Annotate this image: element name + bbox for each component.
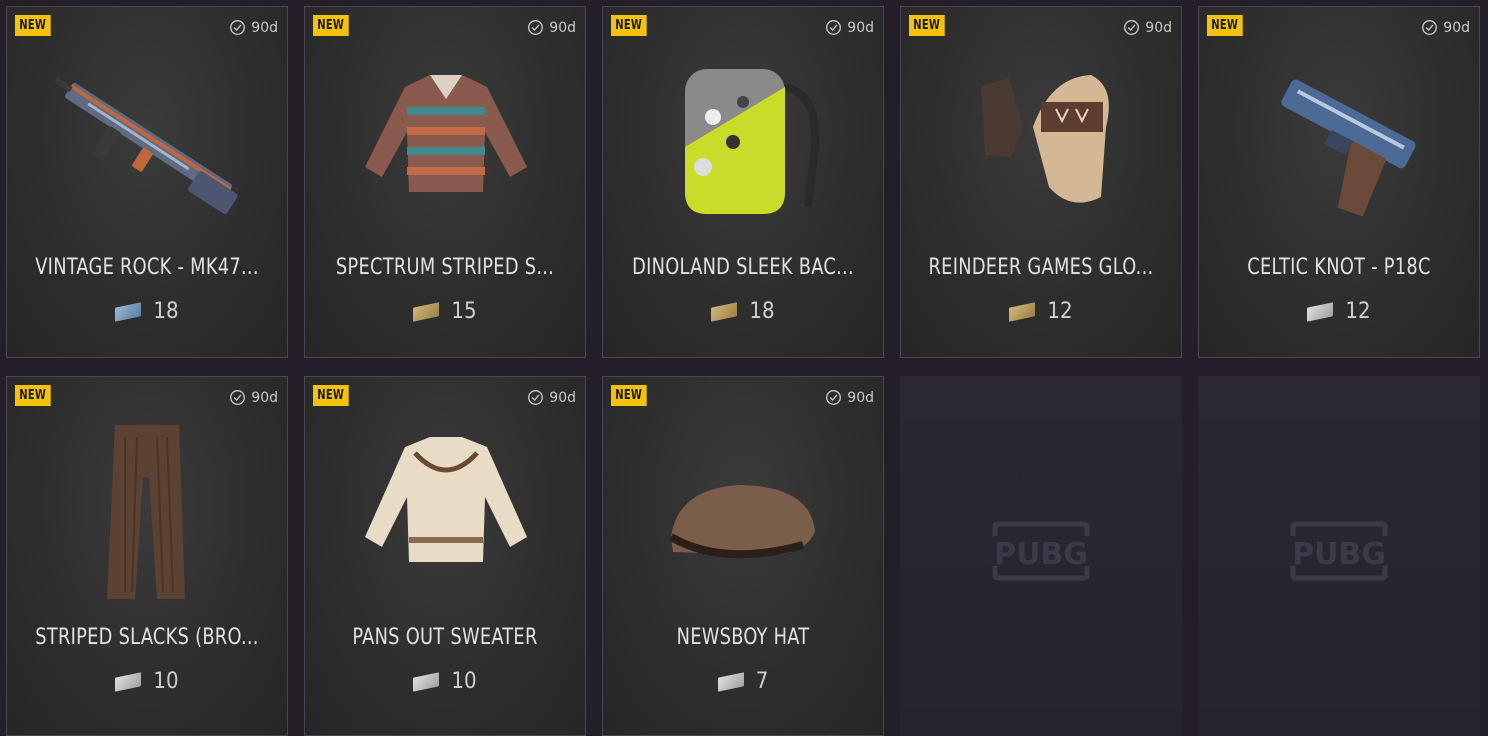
clock-check-icon [528, 390, 544, 405]
ticket-icon [115, 301, 142, 322]
new-badge: NEW [611, 385, 647, 406]
duration: 90d [1123, 19, 1172, 36]
duration: 90d [825, 19, 874, 36]
item-cost: 10 [305, 669, 585, 694]
backpack-icon [603, 47, 883, 237]
clock-check-icon [230, 20, 246, 35]
logo-text: PUBG [1292, 537, 1386, 572]
item-card[interactable]: NEW 90d REINDEER GAMES GLO... 12 [900, 6, 1182, 358]
ticket-icon [115, 671, 142, 692]
sweater-icon [305, 47, 585, 237]
item-card[interactable]: NEW 90d DINOLAND SLEEK BAC... 18 [602, 6, 884, 358]
duration: 90d [825, 389, 874, 406]
pants-icon [7, 417, 287, 607]
clock-check-icon [1422, 20, 1438, 35]
item-cost: 12 [1199, 299, 1479, 324]
empty-slot: PUBG [900, 376, 1182, 736]
item-card[interactable]: NEW 90d VINTAGE ROCK - MK47... 18 [6, 6, 288, 358]
new-badge: NEW [1207, 15, 1243, 36]
item-name: DINOLAND SLEEK BAC... [632, 255, 854, 280]
item-name: PANS OUT SWEATER [352, 625, 538, 650]
empty-slot: PUBG [1198, 376, 1480, 736]
item-cost: 10 [7, 669, 287, 694]
duration: 90d [527, 389, 576, 406]
new-badge: NEW [313, 385, 349, 406]
new-badge: NEW [15, 385, 51, 406]
logo-text: PUBG [994, 537, 1088, 572]
duration: 90d [527, 19, 576, 36]
item-cost: 15 [305, 299, 585, 324]
pistol-icon [1199, 47, 1479, 237]
ticket-icon [1009, 301, 1036, 322]
new-badge: NEW [611, 15, 647, 36]
ticket-icon [413, 671, 440, 692]
clock-check-icon [230, 390, 246, 405]
item-card[interactable]: NEW 90d CELTIC KNOT - P18C 12 [1198, 6, 1480, 358]
new-badge: NEW [15, 15, 51, 36]
item-card[interactable]: NEW 90d PANS OUT SWEATER 10 [304, 376, 586, 736]
new-badge: NEW [909, 15, 945, 36]
item-name: REINDEER GAMES GLO... [928, 255, 1154, 280]
item-cost: 7 [603, 669, 883, 694]
knit-sweater-icon [305, 417, 585, 607]
duration: 90d [229, 19, 278, 36]
gloves-icon [901, 47, 1181, 237]
clock-check-icon [528, 20, 544, 35]
item-card[interactable]: NEW 90d NEWSBOY HAT 7 [602, 376, 884, 736]
item-name: CELTIC KNOT - P18C [1247, 255, 1431, 280]
rifle-icon [7, 47, 287, 237]
item-name: SPECTRUM STRIPED S... [335, 255, 555, 280]
item-cost: 18 [7, 299, 287, 324]
item-name: NEWSBOY HAT [676, 625, 810, 650]
store-grid: NEW 90d VINTAGE ROCK - MK47... 18 NEW 90… [0, 0, 1488, 736]
pubg-logo-icon: PUBG [1288, 516, 1390, 586]
clock-check-icon [826, 390, 842, 405]
pubg-logo-icon: PUBG [990, 516, 1092, 586]
item-card[interactable]: NEW 90d STRIPED SLACKS (BRO... 10 [6, 376, 288, 736]
hat-icon [603, 417, 883, 607]
item-cost: 18 [603, 299, 883, 324]
ticket-icon [717, 671, 744, 692]
item-name: VINTAGE ROCK - MK47... [35, 255, 259, 280]
new-badge: NEW [313, 15, 349, 36]
ticket-icon [413, 301, 440, 322]
item-name: STRIPED SLACKS (BRO... [35, 625, 259, 650]
duration: 90d [229, 389, 278, 406]
ticket-icon [1307, 301, 1334, 322]
ticket-icon [711, 301, 738, 322]
item-card[interactable]: NEW 90d SPECTRUM STRIPED S... 15 [304, 6, 586, 358]
duration: 90d [1421, 19, 1470, 36]
clock-check-icon [1124, 20, 1140, 35]
clock-check-icon [826, 20, 842, 35]
item-cost: 12 [901, 299, 1181, 324]
